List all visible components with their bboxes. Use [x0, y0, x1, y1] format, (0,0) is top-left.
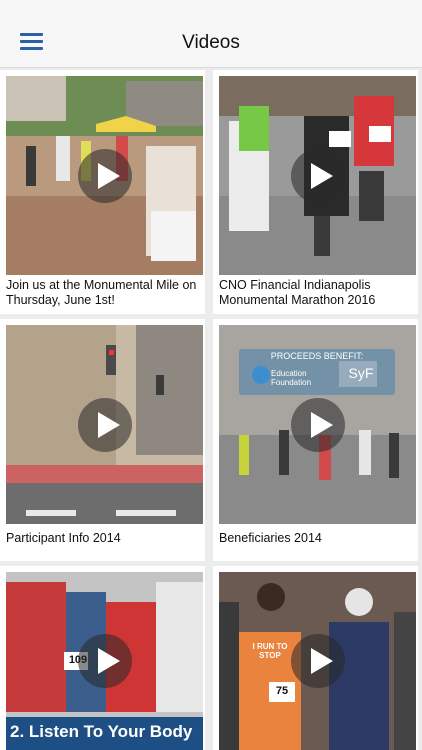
video-thumbnail[interactable]: PROCEEDS BENEFIT: Education Foundation S… — [219, 325, 416, 524]
video-thumbnail[interactable] — [219, 76, 416, 275]
play-icon[interactable] — [77, 397, 132, 452]
video-caption: Beneficiaries 2014 — [219, 531, 322, 545]
bib-number: 75 — [275, 685, 289, 697]
overlay-logo-text: SyF — [348, 365, 374, 381]
app-header: Videos — [0, 0, 422, 68]
play-icon[interactable] — [77, 148, 132, 203]
overlay-banner: 2. Listen To Your Body — [10, 722, 193, 741]
overlay-heading: PROCEEDS BENEFIT: — [270, 351, 364, 361]
video-caption: Participant Info 2014 — [6, 531, 121, 545]
play-icon[interactable] — [290, 148, 345, 203]
video-thumbnail[interactable] — [6, 76, 203, 275]
play-icon[interactable] — [290, 634, 345, 688]
video-card[interactable]: CNO Financial Indianapolis Monumental Ma… — [213, 70, 418, 314]
video-thumbnail[interactable]: 109 2. Listen To Your Body — [6, 572, 203, 750]
video-caption: Join us at the Monumental Mile on Thursd… — [6, 278, 197, 307]
page-title: Videos — [182, 32, 240, 53]
video-card[interactable]: I RUN TO STOP 75 — [213, 566, 418, 750]
video-card[interactable]: Participant Info 2014 — [0, 319, 205, 561]
video-thumbnail[interactable] — [6, 325, 203, 524]
video-caption: CNO Financial Indianapolis Monumental Ma… — [219, 278, 376, 307]
video-thumbnail[interactable]: I RUN TO STOP 75 — [219, 572, 416, 750]
video-card[interactable]: Join us at the Monumental Mile on Thursd… — [0, 70, 205, 314]
play-icon[interactable] — [290, 397, 345, 452]
play-icon[interactable] — [77, 634, 132, 688]
video-card[interactable]: PROCEEDS BENEFIT: Education Foundation S… — [213, 319, 418, 561]
video-card[interactable]: 109 2. Listen To Your Body — [0, 566, 205, 750]
overlay-logo-text: Education Foundation — [271, 369, 312, 387]
